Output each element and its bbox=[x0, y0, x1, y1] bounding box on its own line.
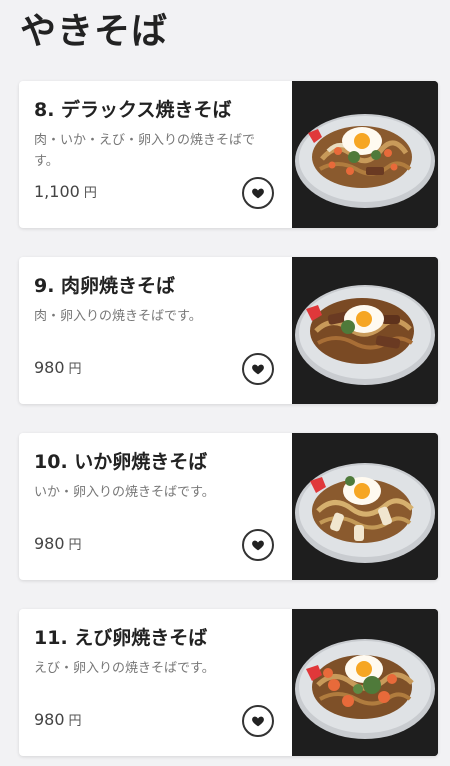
price-amount: 980 bbox=[34, 534, 65, 553]
menu-item-card[interactable]: 10. いか卵焼きそば いか・卵入りの焼きそばです。 980 円 bbox=[19, 433, 438, 580]
price-currency: 円 bbox=[83, 186, 97, 201]
menu-item-info: 10. いか卵焼きそば いか・卵入りの焼きそばです。 980 円 bbox=[19, 433, 292, 580]
yakisoba-meat-egg-photo bbox=[292, 257, 438, 404]
menu-item-name: 10. いか卵焼きそば bbox=[34, 451, 208, 473]
favorite-button[interactable] bbox=[242, 529, 274, 561]
menu-item-name: 8. デラックス焼きそば bbox=[34, 99, 232, 121]
heart-icon bbox=[252, 188, 264, 199]
menu-item-name: 11. えび卵焼きそば bbox=[34, 627, 208, 649]
menu-item-price: 1,100 円 bbox=[34, 181, 97, 205]
yakisoba-shrimp-egg-photo bbox=[292, 609, 438, 756]
menu-item-card[interactable]: 8. デラックス焼きそば 肉・いか・えび・卵入りの焼きそばです。 1,100 円 bbox=[19, 81, 438, 228]
menu-item-info: 11. えび卵焼きそば えび・卵入りの焼きそばです。 980 円 bbox=[19, 609, 292, 756]
menu-item-info: 8. デラックス焼きそば 肉・いか・えび・卵入りの焼きそばです。 1,100 円 bbox=[19, 81, 292, 228]
price-amount: 980 bbox=[34, 358, 65, 377]
price-currency: 円 bbox=[68, 714, 82, 729]
menu-item-description: いか・卵入りの焼きそばです。 bbox=[34, 485, 215, 500]
price-amount: 980 bbox=[34, 710, 65, 729]
yakisoba-deluxe-photo bbox=[292, 81, 438, 228]
menu-item-name: 9. 肉卵焼きそば bbox=[34, 275, 176, 297]
menu-item-card[interactable]: 11. えび卵焼きそば えび・卵入りの焼きそばです。 980 円 bbox=[19, 609, 438, 756]
section-title: やきそば bbox=[20, 11, 169, 52]
price-currency: 円 bbox=[68, 362, 82, 377]
yakisoba-squid-egg-photo bbox=[292, 433, 438, 580]
heart-icon bbox=[252, 540, 264, 551]
menu-item-price: 980 円 bbox=[34, 533, 82, 557]
menu-item-card[interactable]: 9. 肉卵焼きそば 肉・卵入りの焼きそばです。 980 円 bbox=[19, 257, 438, 404]
menu-item-description: えび・卵入りの焼きそばです。 bbox=[34, 661, 215, 676]
favorite-button[interactable] bbox=[242, 177, 274, 209]
menu-item-info: 9. 肉卵焼きそば 肉・卵入りの焼きそばです。 980 円 bbox=[19, 257, 292, 404]
heart-icon bbox=[252, 364, 264, 375]
menu-item-price: 980 円 bbox=[34, 357, 82, 381]
menu-item-description: 肉・卵入りの焼きそばです。 bbox=[34, 309, 202, 324]
menu-item-description: 肉・いか・えび・卵入りの焼きそばです。 bbox=[34, 133, 256, 169]
price-currency: 円 bbox=[68, 538, 82, 553]
price-amount: 1,100 bbox=[34, 182, 80, 201]
menu-item-price: 980 円 bbox=[34, 709, 82, 733]
favorite-button[interactable] bbox=[242, 705, 274, 737]
heart-icon bbox=[252, 716, 264, 727]
favorite-button[interactable] bbox=[242, 353, 274, 385]
